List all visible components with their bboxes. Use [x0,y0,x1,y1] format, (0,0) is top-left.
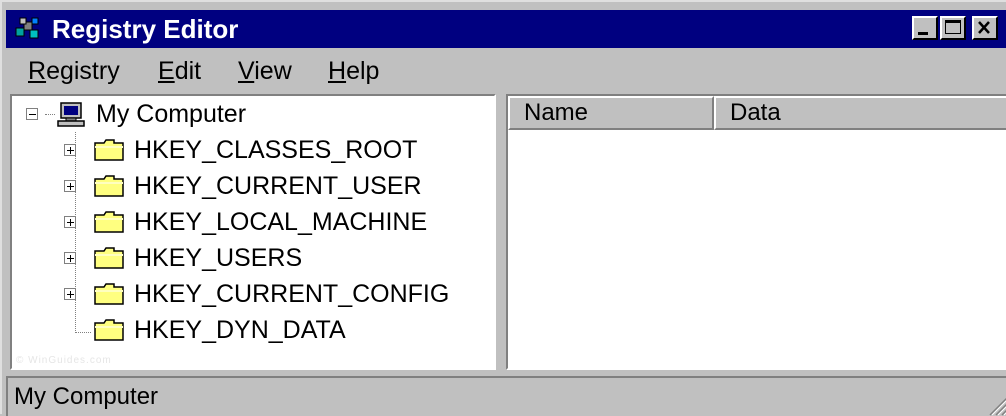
maximize-button[interactable] [940,16,966,40]
expand-icon[interactable] [64,144,76,156]
folder-icon [94,175,124,197]
close-button[interactable] [972,16,998,40]
menu-help-mnemonic: H [328,57,347,85]
registry-editor-window: Registry Editor Registry Edit View Help [0,0,1006,416]
folder-icon [94,211,124,233]
tree-connector [45,114,55,115]
values-list-pane[interactable]: Name Data [506,94,1006,370]
menu-registry-mnemonic: R [28,57,47,85]
column-header-name[interactable]: Name [508,96,714,130]
collapse-icon[interactable] [26,108,38,120]
menu-view[interactable]: View [238,56,292,86]
minimize-icon [918,32,928,35]
title-bar[interactable]: Registry Editor [6,10,1006,48]
menu-registry-label: egistry [46,57,120,85]
minimize-button[interactable] [912,16,938,40]
computer-icon [57,102,85,127]
key-tree-pane[interactable]: My Computer HKEY_CLASSES_ROOT HKEY_CURRE… [10,94,496,370]
tree-item-label[interactable]: HKEY_USERS [134,244,302,272]
tree-item-label[interactable]: HKEY_LOCAL_MACHINE [134,208,427,236]
folder-icon [94,247,124,269]
menu-edit-mnemonic: E [158,57,175,85]
expand-icon[interactable] [64,216,76,228]
status-text: My Computer [14,383,159,410]
menu-edit-label: dit [174,57,202,85]
resize-grip-icon[interactable] [986,394,1006,416]
tree-item-label[interactable]: HKEY_CURRENT_CONFIG [134,280,449,308]
tree-connector [75,132,76,333]
column-header-data[interactable]: Data [714,96,1006,130]
menu-bar: Registry Edit View Help [6,52,1006,90]
menu-help-label: elp [346,57,380,85]
window-title: Registry Editor [52,14,239,44]
watermark: © WinGuides.com [16,355,112,366]
expand-icon[interactable] [64,252,76,264]
tree-connector [75,332,91,333]
expand-icon[interactable] [64,288,76,300]
folder-icon [94,139,124,161]
expand-icon[interactable] [64,180,76,192]
menu-registry[interactable]: Registry [28,56,120,86]
menu-edit[interactable]: Edit [158,56,201,86]
tree-item-label[interactable]: HKEY_DYN_DATA [134,316,346,344]
tree-item-label[interactable]: HKEY_CURRENT_USER [134,172,422,200]
status-bar: My Computer [6,376,1006,416]
maximize-icon [945,20,961,34]
menu-view-mnemonic: V [238,57,255,85]
tree-item-label[interactable]: HKEY_CLASSES_ROOT [134,136,417,164]
menu-view-label: iew [254,57,292,85]
menu-help[interactable]: Help [328,56,379,86]
folder-icon [94,319,124,341]
registry-editor-icon [15,17,39,39]
tree-root-my-computer[interactable]: My Computer [96,100,246,128]
close-icon [978,21,990,34]
folder-icon [94,283,124,305]
